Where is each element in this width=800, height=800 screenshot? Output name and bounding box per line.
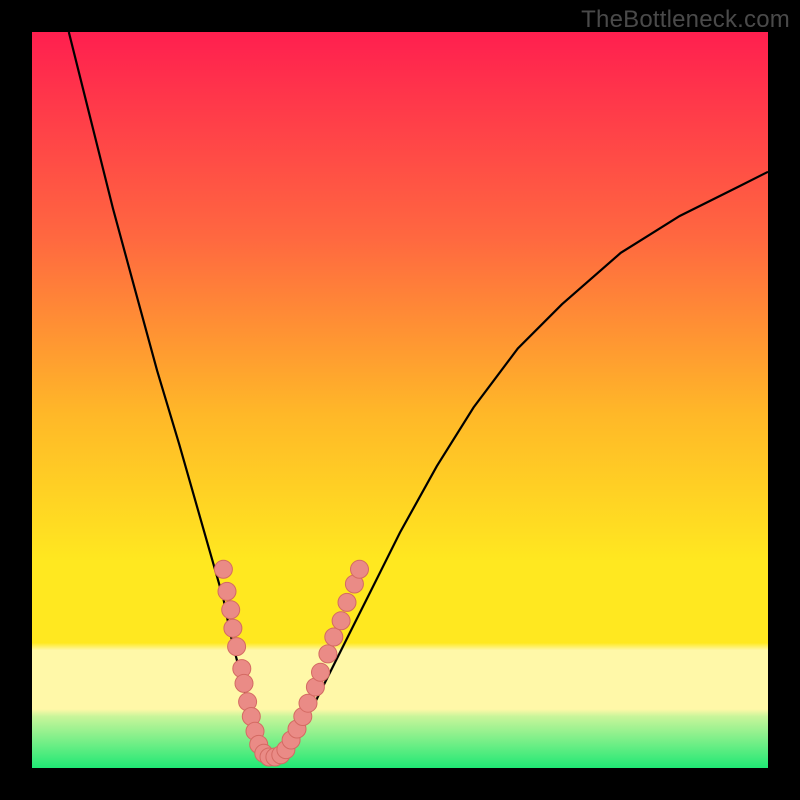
data-point <box>222 601 240 619</box>
data-point <box>235 674 253 692</box>
data-point <box>332 612 350 630</box>
data-point <box>338 593 356 611</box>
plot-area <box>32 32 768 768</box>
outer-frame: TheBottleneck.com <box>0 0 800 800</box>
watermark-text: TheBottleneck.com <box>581 6 790 34</box>
gradient-bg <box>32 32 768 768</box>
plot-svg <box>32 32 768 768</box>
data-point <box>299 694 317 712</box>
data-point <box>228 638 246 656</box>
data-point <box>214 560 232 578</box>
data-point <box>319 645 337 663</box>
data-point <box>351 560 369 578</box>
data-point <box>325 628 343 646</box>
data-point <box>218 582 236 600</box>
data-point <box>312 663 330 681</box>
data-point <box>224 619 242 637</box>
